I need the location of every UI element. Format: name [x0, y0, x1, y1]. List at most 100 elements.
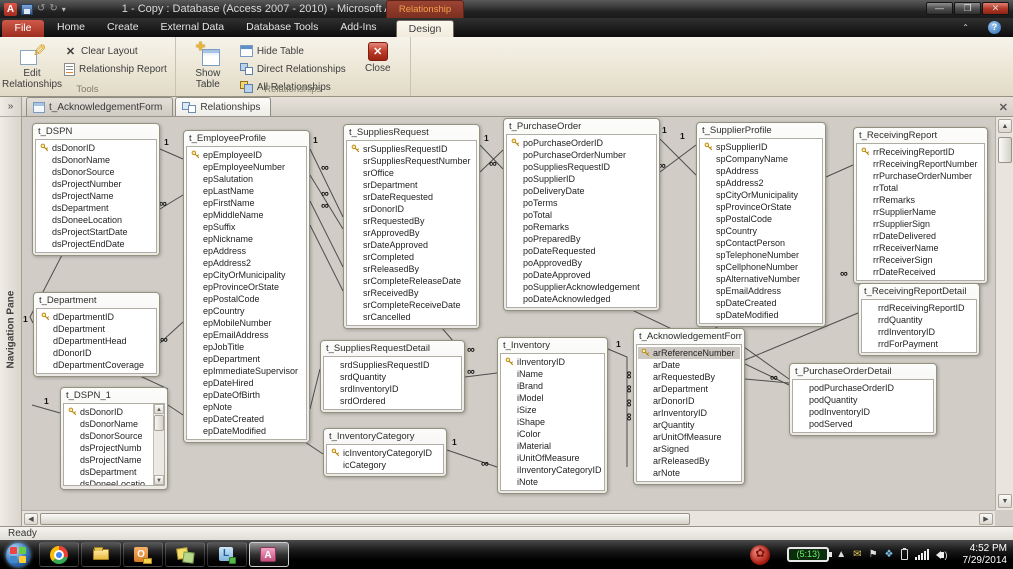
field-srDonorID[interactable]: srDonorID	[348, 203, 475, 215]
table-title[interactable]: t_SuppliesRequest	[346, 126, 477, 140]
field-spPostalCode[interactable]: spPostalCode	[701, 213, 821, 225]
field-dsProjectNumber[interactable]: dsProjectNumber	[37, 178, 155, 190]
table-t_AcknowledgementForm[interactable]: t_AcknowledgementForm arReferenceNumber ar…	[633, 328, 745, 485]
field-dsDonorSource[interactable]: dsDonorSource	[65, 430, 152, 442]
field-poDateApproved[interactable]: poDateApproved	[508, 269, 655, 281]
field-dDepartmentHead[interactable]: dDepartmentHead	[38, 335, 155, 347]
field-arInventoryID[interactable]: arInventoryID	[638, 407, 740, 419]
horizontal-scroll-thumb[interactable]	[40, 513, 690, 525]
field-srCancelled[interactable]: srCancelled	[348, 311, 475, 323]
field-spDateModified[interactable]: spDateModified	[701, 309, 821, 321]
taskbar-app-explorer[interactable]	[81, 542, 121, 567]
table-title[interactable]: t_Inventory	[500, 339, 605, 353]
table-t_ReceivingReport[interactable]: t_ReceivingReportrrReceivingReportIDrrRe…	[853, 127, 988, 284]
table-scrollbar[interactable]: ▲▼	[153, 404, 164, 485]
field-iUnitOfMeasure[interactable]: iUnitOfMeasure	[502, 452, 603, 464]
taskbar-app-sticky-notes[interactable]	[165, 542, 205, 567]
field-epDateHired[interactable]: epDateHired	[188, 377, 305, 389]
navigation-pane-collapsed[interactable]: » Navigation Pane	[0, 97, 22, 526]
field-epEmployeeNumber[interactable]: epEmployeeNumber	[188, 161, 305, 173]
table-title[interactable]: t_SuppliesRequestDetail	[323, 342, 462, 356]
field-arNote[interactable]: arNote	[638, 467, 740, 479]
field-dDepartmentID[interactable]: dDepartmentID	[38, 311, 155, 323]
field-spTelephoneNumber[interactable]: spTelephoneNumber	[701, 249, 821, 261]
field-iShape[interactable]: iShape	[502, 416, 603, 428]
field-arReferenceNumber[interactable]: arReferenceNumber	[638, 347, 740, 359]
minimize-ribbon-icon[interactable]: ⌃	[962, 23, 969, 32]
field-srCompleteReceiveDate[interactable]: srCompleteReceiveDate	[348, 299, 475, 311]
table-t_PurchaseOrder[interactable]: t_PurchaseOrderpoPurchaseOrderIDpoPurcha…	[503, 118, 660, 311]
mail-tray-icon[interactable]: ✉	[853, 549, 861, 561]
field-epJobTitle[interactable]: epJobTitle	[188, 341, 305, 353]
table-title[interactable]: t_SupplierProfile	[699, 124, 823, 138]
field-iName[interactable]: iName	[502, 368, 603, 380]
field-epAddress2[interactable]: epAddress2	[188, 257, 305, 269]
restore-button[interactable]: ❐	[954, 2, 981, 15]
show-hidden-icons[interactable]: ▲	[836, 549, 846, 561]
vertical-scrollbar[interactable]: ▲ ▼	[995, 117, 1013, 510]
field-dsDepartment[interactable]: dsDepartment	[37, 202, 155, 214]
undo-icon[interactable]: ↺	[37, 4, 45, 14]
taskbar-app-lync[interactable]: L	[207, 542, 247, 567]
minimize-button[interactable]: —	[926, 2, 953, 15]
field-rrReceiverSign[interactable]: rrReceiverSign	[858, 254, 983, 266]
table-title[interactable]: t_DSPN	[35, 125, 157, 139]
field-podInventoryID[interactable]: podInventoryID	[794, 406, 932, 418]
sync-tray-icon[interactable]: ❖	[885, 549, 894, 561]
field-arRequestedBy[interactable]: arRequestedBy	[638, 371, 740, 383]
field-arUnitOfMeasure[interactable]: arUnitOfMeasure	[638, 431, 740, 443]
field-iSize[interactable]: iSize	[502, 404, 603, 416]
redo-icon[interactable]: ↻	[49, 4, 57, 14]
field-srReleasedBy[interactable]: srReleasedBy	[348, 263, 475, 275]
field-epLastName[interactable]: epLastName	[188, 185, 305, 197]
scroll-down-icon[interactable]: ▼	[154, 475, 164, 485]
field-iInventoryCategoryID[interactable]: iInventoryCategoryID	[502, 464, 603, 476]
field-srdQuantity[interactable]: srdQuantity	[325, 371, 460, 383]
table-title[interactable]: t_AcknowledgementForm	[636, 330, 742, 344]
field-rrDateDelivered[interactable]: rrDateDelivered	[858, 230, 983, 242]
field-arSigned[interactable]: arSigned	[638, 443, 740, 455]
field-spSupplierID[interactable]: spSupplierID	[701, 141, 821, 153]
field-rrPurchaseOrderNumber[interactable]: rrPurchaseOrderNumber	[858, 170, 983, 182]
field-arReleasedBy[interactable]: arReleasedBy	[638, 455, 740, 467]
taskbar-clock[interactable]: 4:52 PM 7/29/2014	[955, 543, 1008, 567]
field-spEmailAddress[interactable]: spEmailAddress	[701, 285, 821, 297]
field-srCompleted[interactable]: srCompleted	[348, 251, 475, 263]
field-poTotal[interactable]: poTotal	[508, 209, 655, 221]
field-srDateRequested[interactable]: srDateRequested	[348, 191, 475, 203]
field-srSuppliesRequestNumber[interactable]: srSuppliesRequestNumber	[348, 155, 475, 167]
field-srApprovedBy[interactable]: srApprovedBy	[348, 227, 475, 239]
table-title[interactable]: t_PurchaseOrderDetail	[792, 365, 934, 379]
field-spCellphoneNumber[interactable]: spCellphoneNumber	[701, 261, 821, 273]
table-title[interactable]: t_ReceivingReport	[856, 129, 985, 143]
field-poDateAcknowledged[interactable]: poDateAcknowledged	[508, 293, 655, 305]
help-icon[interactable]: ?	[988, 21, 1001, 34]
field-poSupplierID[interactable]: poSupplierID	[508, 173, 655, 185]
tab-home[interactable]: Home	[46, 18, 96, 37]
field-spCompanyName[interactable]: spCompanyName	[701, 153, 821, 165]
field-rrTotal[interactable]: rrTotal	[858, 182, 983, 194]
field-srDepartment[interactable]: srDepartment	[348, 179, 475, 191]
save-icon[interactable]	[21, 4, 33, 15]
field-dsProjectEndDate[interactable]: dsProjectEndDate	[37, 238, 155, 250]
edit-relationships-button[interactable]: EditRelationships	[4, 40, 60, 90]
table-title[interactable]: t_EmployeeProfile	[186, 132, 307, 146]
field-epDateOfBirth[interactable]: epDateOfBirth	[188, 389, 305, 401]
field-spProvinceOrState[interactable]: spProvinceOrState	[701, 201, 821, 213]
field-epCityOrMunicipality[interactable]: epCityOrMunicipality	[188, 269, 305, 281]
field-epSuffix[interactable]: epSuffix	[188, 221, 305, 233]
close-button[interactable]: ✕Close	[350, 40, 406, 74]
field-dsProjectName[interactable]: dsProjectName	[65, 454, 152, 466]
field-podQuantity[interactable]: podQuantity	[794, 394, 932, 406]
tab-create[interactable]: Create	[96, 18, 150, 37]
field-poSuppliesRequestID[interactable]: poSuppliesRequestID	[508, 161, 655, 173]
action-center-flag-icon[interactable]: ⚑	[869, 549, 878, 561]
horizontal-scrollbar[interactable]: ◀ ▶	[22, 510, 995, 526]
field-epCountry[interactable]: epCountry	[188, 305, 305, 317]
qat-dropdown-icon[interactable]: ▾	[62, 5, 66, 14]
tab-database-tools[interactable]: Database Tools	[235, 18, 329, 37]
taskbar-app-chrome[interactable]	[39, 542, 79, 567]
field-srdInventoryID[interactable]: srdInventoryID	[325, 383, 460, 395]
field-iBrand[interactable]: iBrand	[502, 380, 603, 392]
table-title[interactable]: t_PurchaseOrder	[506, 120, 657, 134]
